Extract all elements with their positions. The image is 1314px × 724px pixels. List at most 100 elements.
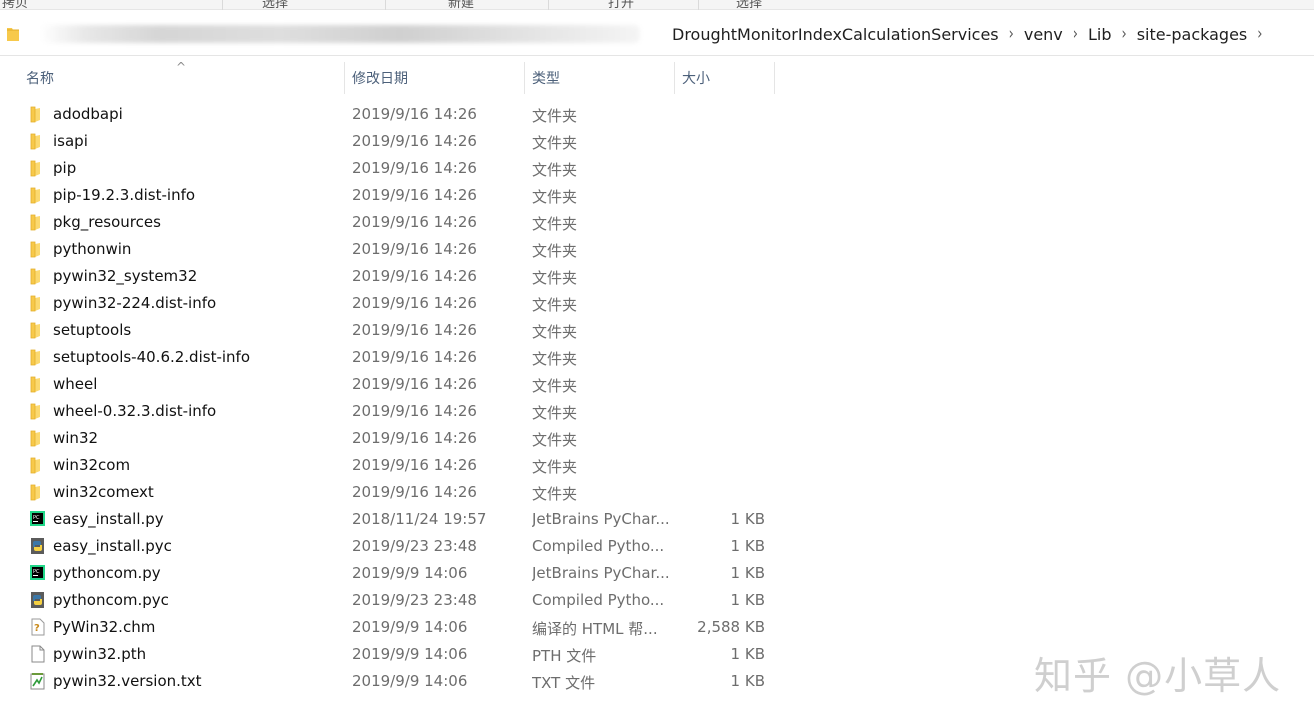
file-type: PTH 文件 <box>532 647 597 665</box>
column-type[interactable]: 类型 <box>532 62 560 94</box>
svg-text:?: ? <box>34 623 40 634</box>
breadcrumb-item[interactable]: site-packages <box>1131 25 1254 44</box>
folder-row[interactable]: pythonwin 2019/9/16 14:26 文件夹 <box>0 236 1314 263</box>
column-date[interactable]: 修改日期 <box>352 62 408 94</box>
file-date: 2019/9/16 14:26 <box>352 483 477 501</box>
file-type: 文件夹 <box>532 431 578 449</box>
folder-row[interactable]: win32 2019/9/16 14:26 文件夹 <box>0 425 1314 452</box>
file-type: 文件夹 <box>532 323 578 341</box>
file-row[interactable]: ? PyWin32.chm 2019/9/9 14:06 编译的 HTML 帮... 2… <box>0 614 1314 641</box>
chevron-right-icon[interactable]: › <box>1005 24 1018 44</box>
ribbon-label[interactable]: 新建 <box>448 0 474 11</box>
file-name: pywin32-224.dist-info <box>53 294 217 312</box>
file-date: 2019/9/16 14:26 <box>352 132 477 150</box>
svg-text:PC: PC <box>33 569 40 575</box>
file-name: win32 <box>53 429 99 447</box>
address-bar[interactable]: DroughtMonitorIndexCalculationServices ›… <box>0 14 1314 56</box>
file-date: 2019/9/16 14:26 <box>352 348 477 366</box>
file-size: 2,588 KB <box>697 618 765 636</box>
file-type: 文件夹 <box>532 377 578 395</box>
folder-row[interactable]: win32com 2019/9/16 14:26 文件夹 <box>0 452 1314 479</box>
chm-help-icon: ? <box>29 618 46 636</box>
folder-row[interactable]: setuptools-40.6.2.dist-info 2019/9/16 14:… <box>0 344 1314 371</box>
folder-icon <box>29 213 46 231</box>
file-size: 1 KB <box>730 564 765 582</box>
column-header: ^ 名称 修改日期 类型 大小 <box>0 60 1314 94</box>
file-date: 2019/9/16 14:26 <box>352 375 477 393</box>
folder-icon <box>29 132 46 150</box>
file-date: 2019/9/16 14:26 <box>352 294 477 312</box>
chevron-right-icon[interactable]: › <box>1253 24 1266 44</box>
file-name: easy_install.pyc <box>53 537 172 555</box>
pycharm-file-icon: PC <box>29 564 46 582</box>
file-name: pywin32_system32 <box>53 267 198 285</box>
file-name: win32comext <box>53 483 154 501</box>
file-type: Compiled Pytho... <box>532 537 665 555</box>
python-compiled-icon <box>29 591 46 609</box>
file-type: 文件夹 <box>532 188 578 206</box>
file-size: 1 KB <box>730 591 765 609</box>
file-name: adodbapi <box>53 105 123 123</box>
file-name: pip <box>53 159 77 177</box>
chevron-right-icon[interactable]: › <box>1117 24 1130 44</box>
file-type: 文件夹 <box>532 242 578 260</box>
file-name: win32com <box>53 456 131 474</box>
file-type: 文件夹 <box>532 485 578 503</box>
ribbon-label[interactable]: 选择 <box>262 0 288 11</box>
breadcrumb-item[interactable]: Lib <box>1082 25 1118 44</box>
breadcrumb-item[interactable]: DroughtMonitorIndexCalculationServices <box>666 25 1005 44</box>
folder-row[interactable]: pywin32_system32 2019/9/16 14:26 文件夹 <box>0 263 1314 290</box>
watermark: 知乎 @小草人 <box>1034 654 1282 698</box>
file-name: wheel <box>53 375 98 393</box>
folder-row[interactable]: setuptools 2019/9/16 14:26 文件夹 <box>0 317 1314 344</box>
file-date: 2019/9/23 23:48 <box>352 591 477 609</box>
file-name: setuptools-40.6.2.dist-info <box>53 348 250 366</box>
folder-icon <box>29 267 46 285</box>
folder-icon <box>29 294 46 312</box>
breadcrumb: DroughtMonitorIndexCalculationServices ›… <box>0 20 1302 48</box>
ribbon-divider <box>698 0 699 10</box>
file-size: 1 KB <box>730 510 765 528</box>
file-row[interactable]: PC pythoncom.py 2019/9/9 14:06 JetBrains Py… <box>0 560 1314 587</box>
folder-icon <box>29 375 46 393</box>
column-size[interactable]: 大小 <box>682 62 710 94</box>
folder-icon <box>29 402 46 420</box>
file-type: Compiled Pytho... <box>532 591 665 609</box>
ribbon-label[interactable]: 打开 <box>608 0 634 11</box>
ribbon-label[interactable]: 选择 <box>736 0 762 11</box>
folder-icon <box>29 483 46 501</box>
file-date: 2019/9/16 14:26 <box>352 240 477 258</box>
file-row[interactable]: easy_install.pyc 2019/9/23 23:48 Compiled … <box>0 533 1314 560</box>
folder-icon <box>29 159 46 177</box>
folder-icon <box>29 105 46 123</box>
ribbon-label[interactable]: 拷贝 <box>2 0 28 11</box>
folder-row[interactable]: isapi 2019/9/16 14:26 文件夹 <box>0 128 1314 155</box>
folder-row[interactable]: pywin32-224.dist-info 2019/9/16 14:26 文件夹 <box>0 290 1314 317</box>
file-date: 2018/11/24 19:57 <box>352 510 487 528</box>
file-row[interactable]: PC easy_install.py 2018/11/24 19:57 JetBrai… <box>0 506 1314 533</box>
file-type: 文件夹 <box>532 296 578 314</box>
folder-icon <box>29 348 46 366</box>
chevron-right-icon[interactable]: › <box>1069 24 1082 44</box>
folder-row[interactable]: wheel-0.32.3.dist-info 2019/9/16 14:26 文件夹 <box>0 398 1314 425</box>
folder-row[interactable]: pkg_resources 2019/9/16 14:26 文件夹 <box>0 209 1314 236</box>
file-date: 2019/9/23 23:48 <box>352 537 477 555</box>
folder-row[interactable]: pip 2019/9/16 14:26 文件夹 <box>0 155 1314 182</box>
folder-row[interactable]: win32comext 2019/9/16 14:26 文件夹 <box>0 479 1314 506</box>
folder-row[interactable]: pip-19.2.3.dist-info 2019/9/16 14:26 文件夹 <box>0 182 1314 209</box>
file-name: PyWin32.chm <box>53 618 156 636</box>
column-divider[interactable] <box>774 62 775 94</box>
file-date: 2019/9/9 14:06 <box>352 645 468 663</box>
column-divider[interactable] <box>524 62 525 94</box>
file-row[interactable]: pythoncom.pyc 2019/9/23 23:48 Compiled Pyt… <box>0 587 1314 614</box>
folder-row[interactable]: adodbapi 2019/9/16 14:26 文件夹 <box>0 101 1314 128</box>
file-date: 2019/9/9 14:06 <box>352 618 468 636</box>
column-divider[interactable] <box>344 62 345 94</box>
file-type: TXT 文件 <box>532 674 596 692</box>
breadcrumb-item[interactable]: venv <box>1018 25 1069 44</box>
file-size: 1 KB <box>730 537 765 555</box>
column-divider[interactable] <box>674 62 675 94</box>
folder-icon <box>29 186 46 204</box>
column-name[interactable]: 名称 <box>26 62 54 94</box>
folder-row[interactable]: wheel 2019/9/16 14:26 文件夹 <box>0 371 1314 398</box>
